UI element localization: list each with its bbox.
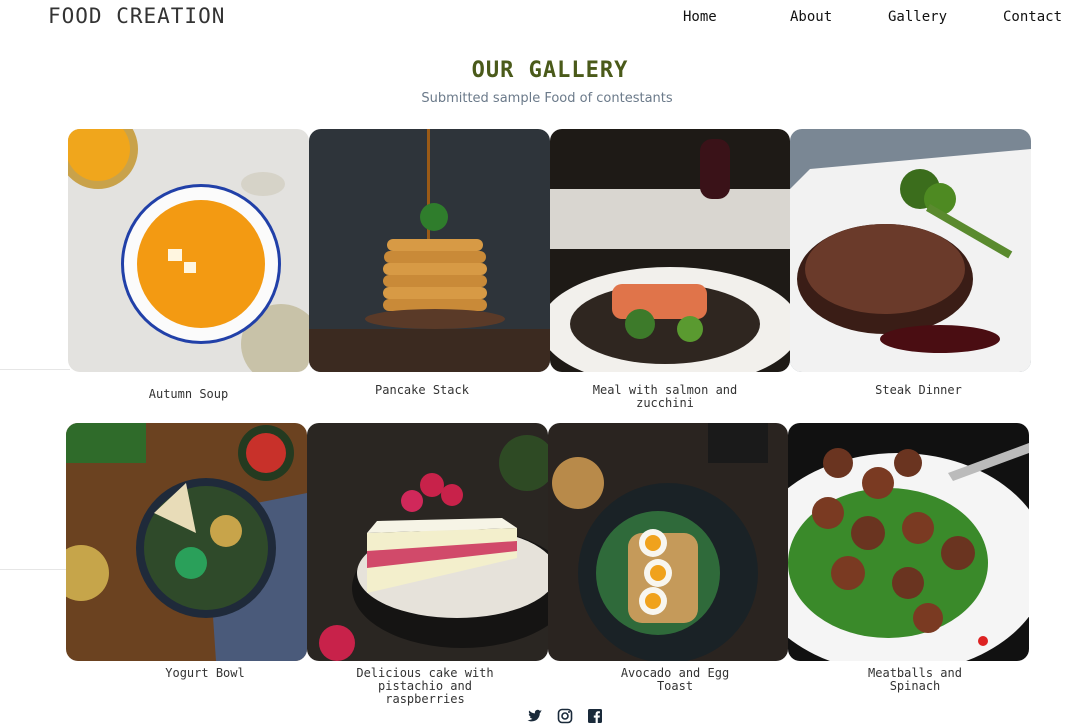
gallery-image-salmon-zucchini[interactable]	[550, 129, 790, 372]
social-links	[527, 708, 603, 724]
divider	[0, 569, 68, 570]
facebook-icon[interactable]	[587, 708, 603, 724]
nav-about[interactable]: About	[790, 9, 832, 25]
divider	[0, 369, 70, 370]
gallery-image-yogurt-bowl[interactable]	[66, 423, 307, 661]
nav-home[interactable]: Home	[683, 9, 717, 25]
gallery-image-autumn-soup[interactable]	[68, 129, 309, 372]
gallery-image-pancake-stack[interactable]	[309, 129, 550, 372]
main-nav: Home About Gallery Contact	[0, 9, 1067, 29]
gallery-image-pistachio-cake[interactable]	[307, 423, 548, 661]
caption-yogurt-bowl: Yogurt Bowl	[165, 666, 245, 680]
gallery-subtitle: Submitted sample Food of contestants	[421, 91, 673, 106]
gallery-image-meatballs-spinach[interactable]	[788, 423, 1029, 661]
caption-meatballs-spinach: Meatballs and Spinach	[868, 666, 962, 693]
caption-pistachio-cake: Delicious cake with pistachio and raspbe…	[356, 666, 494, 706]
caption-autumn-soup: Autumn Soup	[148, 387, 229, 401]
nav-gallery[interactable]: Gallery	[888, 9, 947, 25]
caption-pancake-stack: Pancake Stack	[375, 383, 469, 397]
gallery-image-avocado-egg-toast[interactable]	[548, 423, 788, 661]
caption-salmon-zucchini: Meal with salmon and zucchini	[592, 383, 738, 410]
nav-contact[interactable]: Contact	[1003, 9, 1062, 25]
instagram-icon[interactable]	[557, 708, 573, 724]
gallery-image-steak-dinner[interactable]	[790, 129, 1031, 372]
gallery-title: OUR GALLERY	[471, 58, 629, 83]
caption-avocado-egg-toast: Avocado and Egg Toast	[620, 666, 730, 693]
twitter-icon[interactable]	[527, 708, 543, 724]
caption-steak-dinner: Steak Dinner	[875, 383, 962, 397]
